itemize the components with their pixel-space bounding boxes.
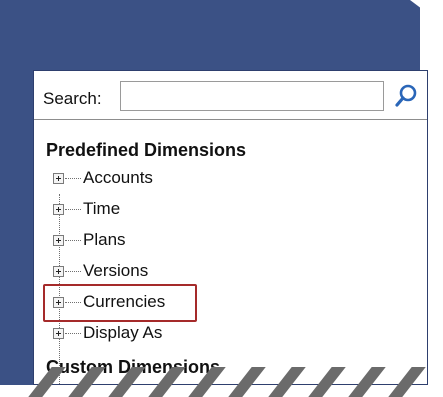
tree-item-label: Plans: [83, 230, 126, 249]
plus-box-icon[interactable]: [53, 173, 64, 184]
plus-box-icon[interactable]: [53, 266, 64, 277]
plus-box-icon[interactable]: [53, 204, 64, 215]
tree-item-time[interactable]: Time: [53, 198, 353, 224]
tree-connector: [65, 178, 81, 179]
tear-mark: [268, 367, 306, 397]
tree-item-label: Display As: [83, 323, 163, 342]
tree-item-label: Versions: [83, 261, 149, 280]
plus-box-icon[interactable]: [53, 235, 64, 246]
tree-item-label: Time: [83, 199, 121, 218]
tree-connector: [65, 333, 81, 334]
search-label: Search:: [43, 89, 102, 108]
search-icon[interactable]: [394, 83, 420, 109]
highlight-box: [43, 284, 197, 322]
tear-mark: [188, 367, 226, 397]
group-heading-predefined-dimensions: Predefined Dimensions: [46, 140, 247, 160]
plus-box-icon[interactable]: [53, 328, 64, 339]
tear-mark: [228, 367, 266, 397]
tree-connector: [65, 209, 81, 210]
tear-mark: [148, 367, 186, 397]
tear-mark: [308, 367, 346, 397]
tree-item-accounts[interactable]: Accounts: [53, 167, 353, 193]
tree-item-label: Accounts: [83, 168, 153, 187]
tree-connector: [65, 240, 81, 241]
tree-connector: [65, 271, 81, 272]
search-input[interactable]: [120, 81, 384, 111]
tear-mark: [108, 367, 146, 397]
tear-mark: [348, 367, 386, 397]
tear-mark: [28, 367, 66, 397]
dimension-browser-panel: Search: Predefined Dimensions Accounts T…: [33, 70, 428, 385]
torn-bottom-edge: [0, 363, 443, 397]
search-bar: Search:: [34, 71, 427, 120]
tree-item-plans[interactable]: Plans: [53, 229, 353, 255]
dimension-tree: Predefined Dimensions Accounts Time Plan…: [34, 120, 427, 384]
tree-item-display-as[interactable]: Display As: [53, 322, 353, 348]
tear-mark: [68, 367, 106, 397]
tree-item-versions[interactable]: Versions: [53, 260, 353, 286]
tear-mark: [388, 367, 426, 397]
